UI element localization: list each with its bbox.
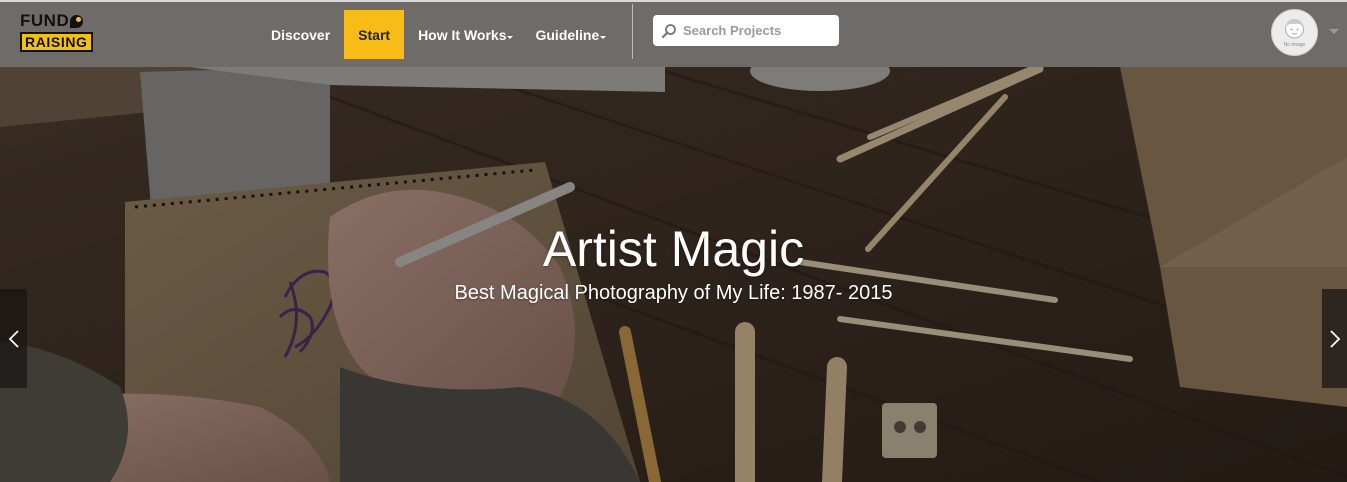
- hero-title: Artist Magic: [542, 221, 805, 277]
- carousel-next-button[interactable]: [1322, 289, 1347, 388]
- search-icon: [657, 15, 681, 46]
- hero-subtitle: Best Magical Photography of My Life: 198…: [454, 282, 893, 304]
- chevron-left-icon: [8, 329, 19, 348]
- user-silhouette-icon: [1272, 10, 1317, 55]
- logo-text-fund: FUND: [20, 11, 70, 30]
- nav-item-label: Guideline: [535, 26, 600, 43]
- carousel-prev-button[interactable]: [0, 289, 27, 388]
- nav-item-discover[interactable]: Discover: [260, 10, 341, 59]
- page: FUND RAISING Discover Start How It Works…: [0, 0, 1347, 482]
- nav-item-label: Start: [358, 26, 391, 43]
- avatar[interactable]: No Image: [1271, 9, 1318, 56]
- nav-item-start[interactable]: Start: [344, 10, 405, 59]
- caret-down-icon: [600, 36, 607, 39]
- nav-item-label: Discover: [271, 26, 331, 43]
- chevron-right-icon: [1329, 329, 1340, 348]
- main-nav: Discover Start How It Works Guideline: [260, 2, 617, 67]
- logo-text-raising: RAISING: [20, 32, 93, 52]
- caret-down-icon[interactable]: [1329, 29, 1339, 34]
- logo-mark-icon: [70, 14, 84, 28]
- nav-divider: [632, 4, 633, 59]
- avatar-label: No Image: [1283, 42, 1306, 48]
- nav-item-guideline[interactable]: Guideline: [524, 10, 617, 59]
- hero-banner: Artist Magic Best Magical Photography of…: [0, 67, 1347, 482]
- search-input[interactable]: [681, 23, 833, 38]
- caret-down-icon: [507, 36, 514, 39]
- nav-item-label: How It Works: [418, 26, 507, 43]
- site-header: FUND RAISING Discover Start How It Works…: [0, 0, 1347, 67]
- nav-item-how-it-works[interactable]: How It Works: [407, 10, 524, 59]
- fundraising-logo[interactable]: FUND RAISING: [20, 12, 100, 54]
- search-box[interactable]: [653, 15, 839, 46]
